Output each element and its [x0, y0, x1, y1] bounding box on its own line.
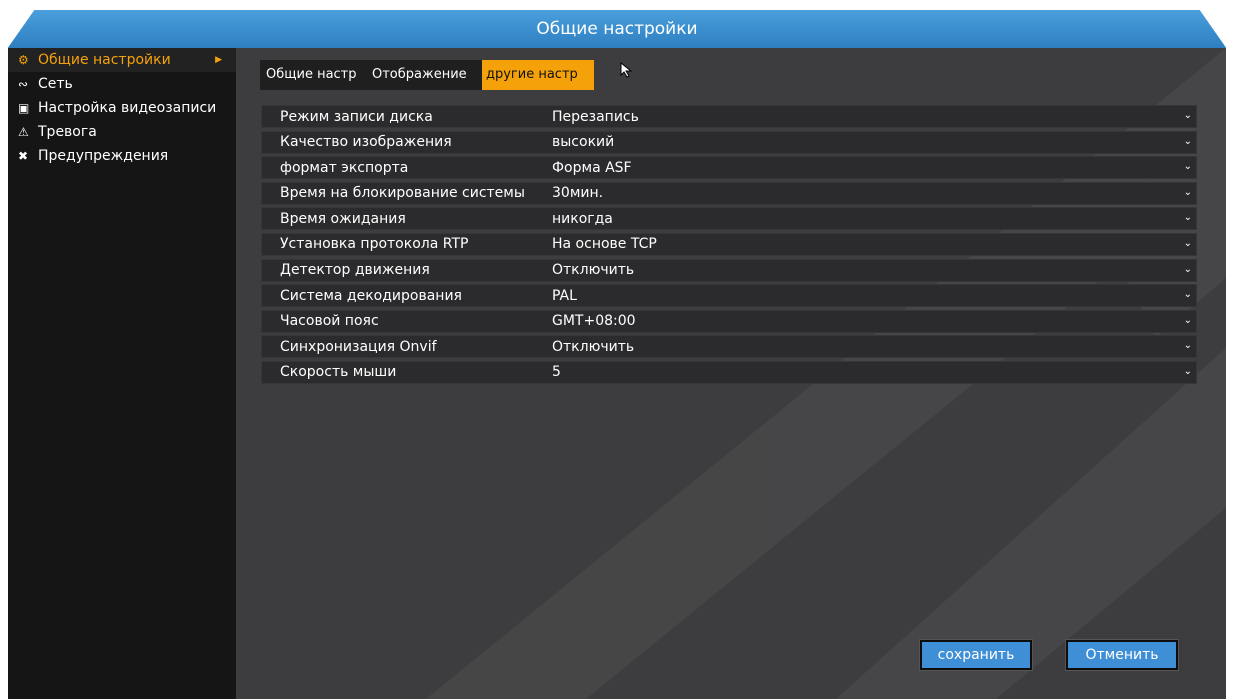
save-button[interactable]: сохранить	[922, 642, 1030, 668]
cancel-button[interactable]: Отменить	[1068, 642, 1176, 668]
sidebar-item-recording[interactable]: ▣ Настройка видеозаписи	[8, 96, 236, 120]
setting-value-select[interactable]: GMT+08:00	[544, 313, 1196, 329]
setting-label: Система декодирования	[280, 287, 462, 304]
setting-export-format[interactable]: формат экспорта Форма ASF ⌄	[261, 156, 1197, 180]
chevron-down-icon[interactable]: ⌄	[1184, 238, 1192, 250]
tab-bar: Общие настр Отображение другие настр	[260, 60, 594, 90]
setting-label: Установка протокола RTP	[280, 236, 469, 253]
chevron-down-icon[interactable]: ⌄	[1184, 366, 1192, 378]
setting-value-select[interactable]: 5	[544, 364, 1196, 380]
chevron-down-icon[interactable]: ⌄	[1184, 161, 1192, 173]
setting-value-select[interactable]: Форма ASF	[544, 160, 1196, 176]
setting-label: формат экспорта	[280, 159, 409, 176]
chevron-right-icon: ▶	[215, 55, 222, 65]
sidebar-item-label: Общие настройки	[38, 52, 171, 68]
setting-value-select[interactable]: 30мин.	[544, 185, 1196, 201]
chevron-down-icon[interactable]: ⌄	[1184, 289, 1192, 301]
setting-label: Время на блокирование системы	[280, 185, 525, 202]
setting-mouse-speed[interactable]: Скорость мыши 5 ⌄	[261, 360, 1197, 384]
setting-value-select[interactable]: никогда	[544, 211, 1196, 227]
sidebar-item-network[interactable]: ∾ Сеть	[8, 72, 236, 96]
setting-disk-record-mode[interactable]: Режим записи диска Перезапись ⌄	[261, 105, 1197, 128]
setting-decoding-system[interactable]: Система декодирования PAL ⌄	[261, 284, 1197, 308]
setting-timeout[interactable]: Время ожидания никогда ⌄	[261, 207, 1197, 231]
title-bar-corner	[8, 10, 35, 48]
setting-onvif-sync[interactable]: Синхронизация Onvif Отключить ⌄	[261, 335, 1197, 359]
sidebar-item-label: Предупреждения	[38, 148, 169, 164]
chevron-down-icon[interactable]: ⌄	[1184, 136, 1192, 148]
sidebar-item-alarm[interactable]: ⚠ Тревога	[8, 120, 236, 144]
setting-label: Часовой пояс	[280, 313, 379, 330]
setting-value-select[interactable]: На основе TCP	[544, 236, 1196, 252]
setting-value-select[interactable]: Отключить	[544, 262, 1196, 278]
window-title: Общие настройки	[536, 19, 698, 39]
sidebar-item-warnings[interactable]: ✖ Предупреждения	[8, 144, 236, 168]
setting-value-select[interactable]: Отключить	[544, 339, 1196, 355]
setting-motion-detector[interactable]: Детектор движения Отключить ⌄	[261, 258, 1197, 282]
setting-label: Режим записи диска	[280, 108, 433, 125]
chevron-down-icon[interactable]: ⌄	[1184, 340, 1192, 352]
chevron-down-icon[interactable]: ⌄	[1184, 264, 1192, 276]
film-icon: ▣	[18, 101, 30, 115]
chevron-down-icon[interactable]: ⌄	[1184, 212, 1192, 224]
sidebar: ⚙ Общие настройки ▶ ∾ Сеть ▣ Настройка в…	[8, 48, 236, 699]
setting-label: Качество изображения	[280, 134, 452, 151]
setting-value-select[interactable]: Перезапись	[544, 109, 1196, 125]
tab-other[interactable]: другие настр	[482, 60, 594, 90]
app-window: Общие настройки ⚙ Общие настройки ▶ ∾ Се…	[8, 10, 1226, 699]
setting-value-select[interactable]: высокий	[544, 134, 1196, 150]
setting-system-lock-time[interactable]: Время на блокирование системы 30мин. ⌄	[261, 181, 1197, 205]
setting-image-quality[interactable]: Качество изображения высокий ⌄	[261, 130, 1197, 154]
setting-label: Детектор движения	[280, 262, 430, 279]
sidebar-item-label: Настройка видеозаписи	[38, 100, 217, 116]
setting-label: Синхронизация Onvif	[280, 338, 437, 355]
chevron-down-icon[interactable]: ⌄	[1184, 110, 1192, 122]
tab-display[interactable]: Отображение	[366, 60, 482, 90]
title-bar: Общие настройки	[8, 10, 1226, 48]
gears-icon: ⚙	[18, 53, 29, 67]
setting-label: Время ожидания	[280, 210, 406, 227]
setting-value-select[interactable]: PAL	[544, 288, 1196, 304]
setting-time-zone[interactable]: Часовой пояс GMT+08:00 ⌄	[261, 309, 1197, 333]
sidebar-item-label: Сеть	[38, 76, 73, 92]
setting-label: Скорость мыши	[280, 364, 397, 381]
title-bar-corner	[1199, 10, 1226, 48]
setting-rtp-protocol[interactable]: Установка протокола RTP На основе TCP ⌄	[261, 232, 1197, 256]
settings-list: Режим записи диска Перезапись ⌄ Качество…	[261, 105, 1197, 387]
chevron-down-icon[interactable]: ⌄	[1184, 187, 1192, 199]
tab-general[interactable]: Общие настр	[260, 60, 366, 90]
network-icon: ∾	[18, 77, 29, 91]
warning-icon: ⚠	[18, 125, 29, 139]
sidebar-item-general-settings[interactable]: ⚙ Общие настройки ▶	[8, 48, 236, 72]
sidebar-item-label: Тревога	[38, 124, 97, 140]
mouse-cursor-icon	[620, 62, 633, 78]
tools-icon: ✖	[18, 149, 29, 163]
chevron-down-icon[interactable]: ⌄	[1184, 315, 1192, 327]
